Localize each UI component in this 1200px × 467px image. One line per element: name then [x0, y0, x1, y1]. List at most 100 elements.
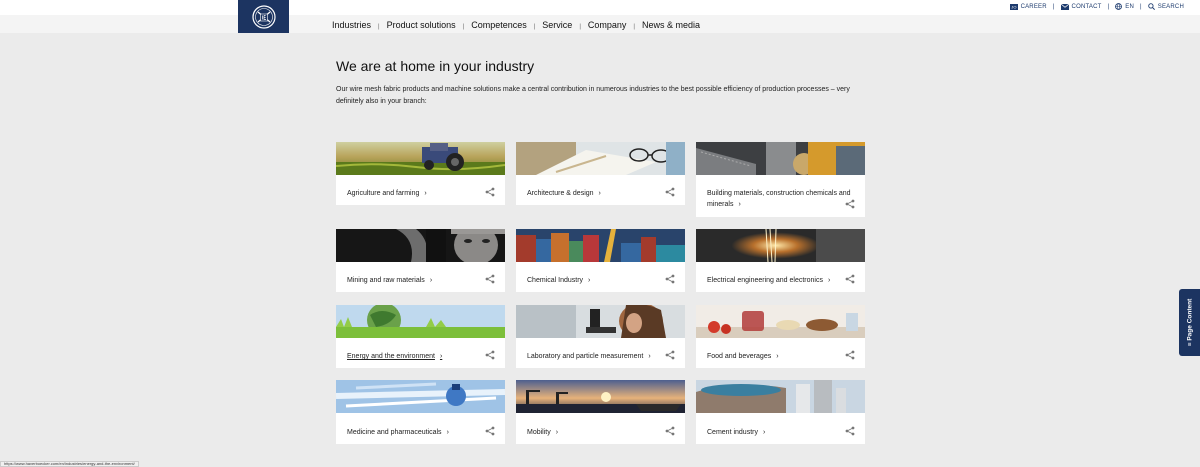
card-label: Building materials, construction chemica…: [707, 190, 851, 208]
industry-card-cement[interactable]: Cement industry ›: [696, 380, 865, 444]
nav-competences[interactable]: Competences: [471, 20, 527, 30]
career-label: CAREER: [1020, 3, 1047, 10]
industry-card-chemical[interactable]: Chemical Industry ›: [516, 229, 685, 292]
company-logo[interactable]: [238, 0, 289, 33]
card-label: Architecture & design ›: [527, 190, 601, 197]
cement-silo-image: [696, 380, 865, 413]
nav-label: News & media: [641, 20, 700, 30]
syringes-image: [335, 380, 506, 413]
card-label: Electrical engineering and electronics ›: [707, 277, 831, 284]
mail-icon: [1060, 3, 1069, 10]
chevron-right-icon: ›: [588, 277, 591, 284]
intro-text: Our wire mesh fabric products and machin…: [336, 86, 850, 105]
page-title: We are at home in your industry: [336, 58, 535, 74]
industry-card-laboratory[interactable]: Laboratory and particle measurement ›: [516, 303, 685, 368]
share-icon[interactable]: [665, 274, 675, 284]
share-icon[interactable]: [845, 426, 855, 436]
page-content-tab[interactable]: ≡ Page Content: [1179, 289, 1200, 356]
industry-card-architecture[interactable]: Architecture & design ›: [516, 142, 685, 205]
card-label: Laboratory and particle measurement ›: [527, 353, 651, 360]
share-icon[interactable]: [665, 187, 675, 197]
chevron-right-icon: ›: [738, 201, 741, 208]
card-label: Agriculture and farming ›: [347, 190, 427, 197]
chevron-right-icon: ›: [827, 277, 831, 284]
industry-card-mining[interactable]: Mining and raw materials ›: [336, 225, 505, 292]
nav-news-media[interactable]: News & media: [642, 20, 700, 30]
chevron-right-icon: ›: [424, 190, 427, 197]
chevron-right-icon: ›: [598, 190, 601, 197]
industry-card-mobility[interactable]: Mobility ›: [516, 380, 685, 444]
tractor-field-image: [335, 142, 506, 175]
share-icon[interactable]: [665, 350, 675, 360]
sparks-image: [696, 228, 865, 263]
breakfast-table-image: [696, 305, 865, 338]
card-label: Chemical Industry ›: [527, 277, 591, 284]
nav-separator: |: [579, 24, 581, 30]
nav-label: Product solutions: [386, 20, 456, 30]
utility-separator: |: [1052, 3, 1055, 10]
contact-link[interactable]: CONTACT: [1060, 3, 1102, 10]
nav-label: Company: [587, 20, 627, 30]
search-label: SEARCH: [1157, 3, 1184, 10]
chevron-right-icon: ›: [555, 429, 559, 436]
globe-icon: [1115, 3, 1123, 10]
nav-label: Service: [542, 20, 573, 30]
card-label: Energy and the environment ›: [347, 353, 443, 360]
nav-label: Industries: [332, 20, 372, 30]
industry-card-building-materials[interactable]: Building materials, construction chemica…: [696, 142, 865, 217]
nav-service[interactable]: Service: [542, 20, 572, 30]
page-content-label: ≡ Page Content: [1186, 298, 1193, 347]
card-label: Mining and raw materials ›: [347, 277, 433, 284]
industry-card-electrical[interactable]: Electrical engineering and electronics ›: [696, 228, 865, 292]
card-label: Food and beverages ›: [707, 353, 779, 360]
nav-industries[interactable]: Industries: [332, 20, 371, 30]
status-url: https://www.haverboecker.com/en/industri…: [4, 461, 135, 466]
main-nav: Industries | Product solutions | Compete…: [332, 20, 700, 30]
industry-card-medicine[interactable]: Medicine and pharmaceuticals ›: [335, 380, 506, 444]
nav-separator: |: [378, 24, 380, 30]
share-icon[interactable]: [485, 187, 495, 197]
share-icon[interactable]: [845, 274, 855, 284]
nav-product-solutions[interactable]: Product solutions: [387, 20, 456, 30]
share-icon[interactable]: [485, 350, 495, 360]
microscope-image: [516, 303, 685, 339]
card-label: Medicine and pharmaceuticals ›: [347, 429, 449, 436]
miner-face-image: [336, 225, 505, 265]
nav-separator: |: [533, 24, 536, 30]
utility-separator: |: [1140, 3, 1142, 10]
share-icon[interactable]: [845, 350, 855, 360]
language-switch[interactable]: EN: [1115, 3, 1134, 10]
industry-card-food[interactable]: Food and beverages ›: [696, 305, 865, 368]
career-link[interactable]: JO CAREER: [1009, 3, 1047, 10]
card-label: Mobility ›: [527, 429, 559, 436]
container-port-image: [516, 229, 685, 262]
industry-card-energy[interactable]: Energy and the environment ›: [336, 303, 505, 368]
utility-bar: JO CAREER | CONTACT | EN | SEARCH: [0, 0, 1200, 15]
nav-label: Competences: [471, 20, 527, 30]
main-navigation-bar: Industries | Product solutions | Compete…: [0, 15, 1200, 33]
architect-desk-image: [516, 142, 685, 175]
search-icon: [1148, 3, 1155, 10]
globe-grass-image: [336, 303, 505, 338]
industry-card-agriculture[interactable]: Agriculture and farming ›: [335, 142, 506, 205]
chevron-right-icon: ›: [776, 353, 779, 360]
card-label: Cement industry ›: [707, 429, 766, 436]
nav-separator: |: [462, 24, 465, 30]
utility-nav: JO CAREER | CONTACT | EN | SEARCH: [1009, 3, 1184, 10]
utility-separator: |: [1107, 3, 1110, 10]
haver-crest-icon: [251, 4, 276, 29]
chevron-right-icon: ›: [429, 277, 433, 284]
share-icon[interactable]: [485, 274, 495, 284]
chevron-right-icon: ›: [762, 429, 766, 436]
chevron-right-icon: ›: [439, 353, 443, 360]
contact-label: CONTACT: [1071, 3, 1102, 10]
career-icon: JO: [1009, 3, 1018, 10]
language-label: EN: [1125, 3, 1135, 10]
share-icon[interactable]: [665, 426, 675, 436]
share-icon[interactable]: [485, 426, 495, 436]
intro-section: We are at home in your industry Our wire…: [336, 58, 866, 108]
search-link[interactable]: SEARCH: [1148, 3, 1184, 10]
svg-text:JO: JO: [1011, 4, 1017, 9]
nav-company[interactable]: Company: [588, 20, 627, 30]
share-icon[interactable]: [845, 199, 855, 209]
